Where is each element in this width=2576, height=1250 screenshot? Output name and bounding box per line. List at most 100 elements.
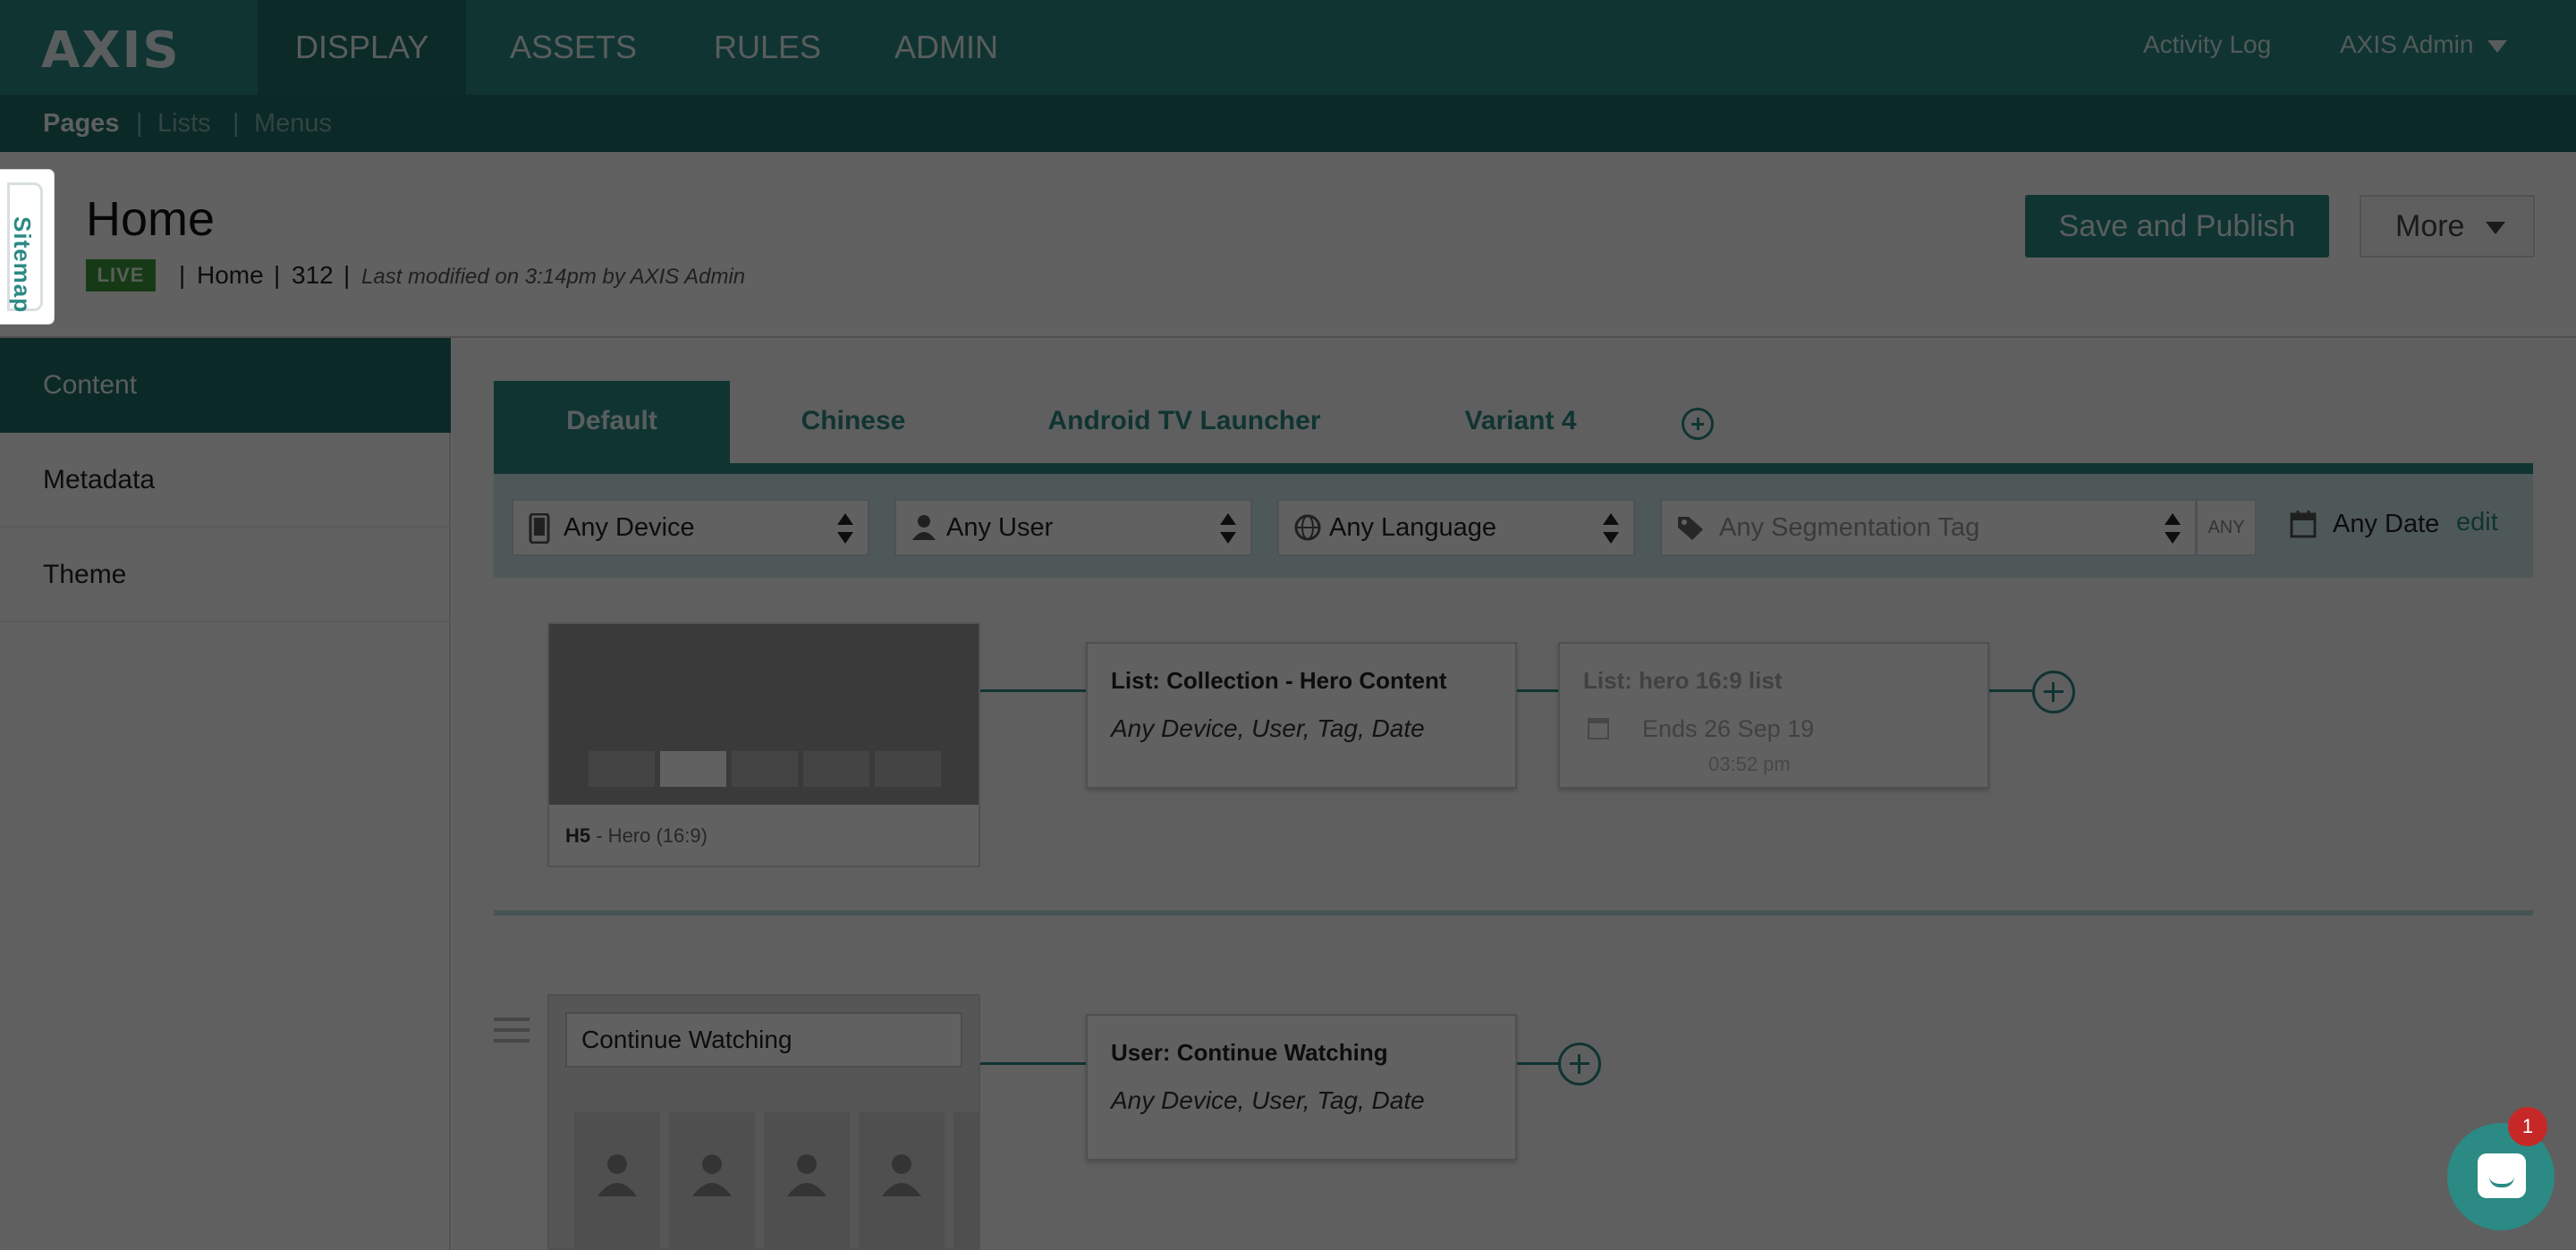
connector-line [1987,689,2034,692]
select-arrows-icon [1220,513,1236,544]
add-list-plus-icon[interactable] [2032,671,2075,714]
subnav-separator: | [136,109,143,138]
user-select[interactable]: Any User [894,499,1252,556]
device-select[interactable]: Any Device [512,499,869,556]
save-and-publish-button[interactable]: Save and Publish [2025,195,2329,258]
list-card-scheduled[interactable]: List: hero 16:9 list Ends 26 Sep 19 03:5… [1558,642,1989,789]
subnav-pages[interactable]: Pages [43,109,119,139]
language-select[interactable]: Any Language [1277,499,1635,556]
any-toggle-button[interactable]: ANY [2196,499,2257,556]
drag-handle-icon[interactable] [494,1018,530,1044]
user-icon [692,1154,732,1196]
caret-down-icon [2487,39,2508,53]
chat-notification-badge: 1 [2508,1107,2547,1146]
select-arrows-icon [2165,513,2181,544]
side-item-theme[interactable]: Theme [0,528,451,622]
activity-log-link[interactable]: Activity Log [2143,0,2271,95]
status-badge: LIVE [86,259,156,291]
list-card-title: User: Continue Watching [1111,1039,1388,1066]
tab-chinese[interactable]: Chinese [769,381,937,465]
subnav-separator: | [233,109,240,138]
calendar-icon [1588,718,1609,739]
hero-thumb [660,751,726,787]
user-icon [912,515,936,540]
connector-line [1515,689,1560,692]
sub-nav-bar: Pages | Lists | Menus [0,95,2576,152]
nav-tab-admin[interactable]: ADMIN [857,0,1036,95]
add-list-plus-icon[interactable] [1558,1043,1601,1085]
calendar-icon [2290,511,2317,538]
list-card-hero-content[interactable]: List: Collection - Hero Content Any Devi… [1086,642,1517,789]
hero-row-type: - Hero (16:9) [590,824,708,847]
poster-placeholder [859,1112,945,1248]
subnav-lists[interactable]: Lists [157,109,211,139]
hero-row-card[interactable]: H5 - Hero (16:9) [547,622,980,867]
connector-line [980,1062,1086,1065]
side-item-content[interactable]: Content [0,338,451,433]
user-select-value: Any User [946,513,1054,542]
side-menu: Content Metadata Theme [0,338,451,1250]
hero-preview-image [549,624,979,805]
more-button[interactable]: More [2360,195,2535,258]
row-divider [494,910,2533,916]
schedule-ends-text: Ends 26 Sep 19 [1642,715,1815,742]
select-arrows-icon [837,513,853,544]
tab-android-tv-launcher[interactable]: Android TV Launcher [1025,381,1343,465]
list-card-continue-watching[interactable]: User: Continue Watching Any Device, User… [1086,1014,1517,1161]
meta-separator: | [179,261,186,289]
tab-default[interactable]: Default [494,381,730,465]
poster-placeholder [669,1112,755,1248]
poster-placeholder [764,1112,850,1248]
chat-icon [2478,1153,2526,1198]
segmentation-tag-select[interactable]: Any Segmentation Tag [1660,499,2197,556]
hero-row-label: H5 - Hero (16:9) [565,824,708,848]
date-filter-value: Any Date [2333,510,2440,538]
nav-tab-rules[interactable]: RULES [676,0,859,95]
page-title: Home [86,192,216,246]
user-menu[interactable]: AXIS Admin [2340,0,2508,95]
row-title-input[interactable]: Continue Watching [565,1012,962,1068]
axis-logo[interactable]: AXIS [41,21,181,80]
connector-line [1515,1062,1560,1065]
user-icon [597,1154,637,1196]
more-button-label: More [2395,209,2465,243]
last-modified-text: Last modified on 3:14pm by AXIS Admin [361,265,746,289]
subnav-menus[interactable]: Menus [254,109,332,139]
hero-thumb [732,751,798,787]
tab-underline [494,463,2533,474]
sitemap-tab-label: Sitemap [9,216,36,314]
nav-tab-assets[interactable]: ASSETS [472,0,674,95]
tag-icon [1678,517,1703,540]
page-path-name: Home [197,261,264,289]
poster-placeholder [574,1112,660,1248]
user-menu-label: AXIS Admin [2340,30,2474,58]
list-card-targets: Any Device, User, Tag, Date [1111,1086,1425,1114]
continue-watching-row-card[interactable]: Continue Watching [547,994,980,1250]
user-icon [882,1154,921,1196]
meta-separator: | [343,261,351,289]
add-variant-plus-icon[interactable] [1682,408,1714,440]
tab-variant-4[interactable]: Variant 4 [1449,381,1592,465]
hero-row-code: H5 [565,824,591,847]
schedule-ends-time: 03:52 pm [1708,753,1791,775]
sitemap-tab[interactable]: Sitemap [0,170,54,324]
hero-thumb [875,751,941,787]
page-id: 312 [292,261,334,289]
device-select-value: Any Device [564,513,695,542]
meta-separator: | [274,261,281,289]
segmentation-tag-placeholder: Any Segmentation Tag [1719,513,1980,542]
list-card-title: List: hero 16:9 list [1583,667,1783,694]
nav-tab-display[interactable]: DISPLAY [258,0,467,95]
edit-date-link[interactable]: edit [2456,508,2498,537]
list-card-targets: Any Device, User, Tag, Date [1111,714,1425,742]
select-arrows-icon [1603,513,1619,544]
hero-thumb [589,751,655,787]
list-card-title: List: Collection - Hero Content [1111,667,1447,694]
side-item-metadata[interactable]: Metadata [0,433,451,528]
top-nav-bar: AXIS DISPLAY ASSETS RULES ADMIN Activity… [0,0,2576,95]
connector-line [980,689,1086,692]
user-icon [787,1154,826,1196]
caret-down-icon [2486,222,2506,235]
poster-placeholder [953,1112,979,1248]
globe-icon [1294,514,1321,541]
